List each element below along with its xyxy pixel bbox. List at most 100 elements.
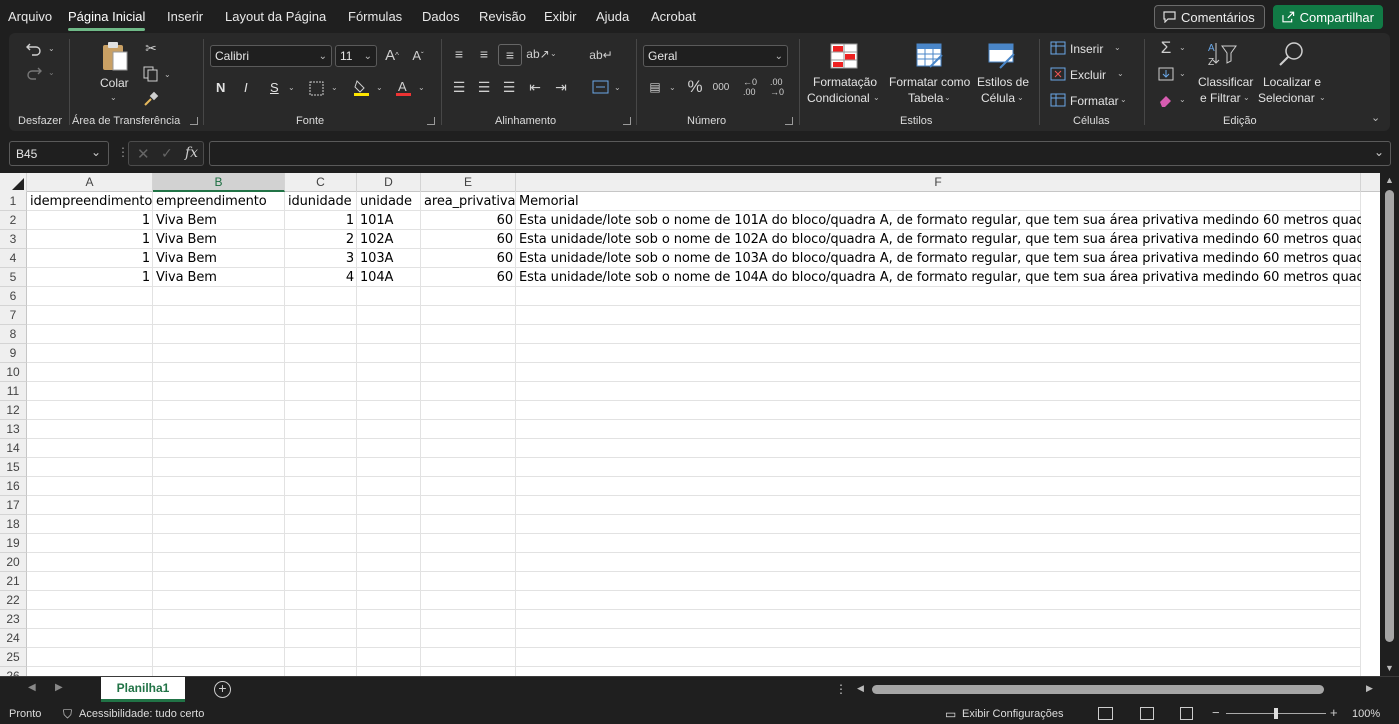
cell-f2[interactable]: Esta unidade/lote sob o nome de 101A do …: [516, 211, 1361, 230]
row-header[interactable]: 9: [0, 344, 27, 363]
column-header-e[interactable]: E: [421, 173, 516, 192]
column-header-d[interactable]: D: [357, 173, 421, 192]
zoom-slider-thumb[interactable]: [1274, 708, 1278, 719]
paste-icon[interactable]: [99, 39, 131, 73]
cell-d1[interactable]: unidade: [357, 192, 421, 211]
clipboard-launcher-icon[interactable]: [190, 117, 198, 125]
select-all-corner[interactable]: [0, 173, 27, 192]
find-select-label-1[interactable]: Localizar e: [1263, 74, 1321, 90]
chevron-down-icon[interactable]: ⌄: [1179, 43, 1186, 52]
font-color-icon[interactable]: A: [393, 78, 413, 98]
increase-decimal-icon[interactable]: ←0.00: [740, 77, 760, 97]
scroll-down-icon[interactable]: ▼: [1385, 663, 1394, 673]
tab-layout-da-pagina[interactable]: Layout da Página: [225, 9, 326, 24]
row-header[interactable]: 18: [0, 515, 27, 534]
row-header[interactable]: 7: [0, 306, 27, 325]
cut-icon[interactable]: ✂: [141, 39, 161, 57]
cell-f4[interactable]: Esta unidade/lote sob o nome de 103A do …: [516, 249, 1361, 268]
delete-cells-label[interactable]: Excluir: [1070, 67, 1106, 83]
align-middle-icon[interactable]: ≡: [475, 45, 493, 63]
delete-cells-icon[interactable]: [1049, 66, 1067, 82]
chevron-down-icon[interactable]: ⌄: [1319, 93, 1326, 102]
scroll-up-icon[interactable]: ▲: [1385, 175, 1394, 185]
number-format-select[interactable]: Geral ⌄: [643, 45, 788, 67]
fill-color-icon[interactable]: [351, 78, 371, 98]
cell-a3[interactable]: 1: [27, 230, 153, 249]
cell-a4[interactable]: 1: [27, 249, 153, 268]
row-header[interactable]: 19: [0, 534, 27, 553]
decrease-indent-icon[interactable]: ⇤: [526, 78, 544, 96]
row-header[interactable]: 26: [0, 667, 27, 676]
grow-font-icon[interactable]: A ^: [383, 45, 401, 65]
format-as-table-label-2[interactable]: Tabela: [908, 90, 943, 106]
chevron-down-icon[interactable]: ⌄: [944, 93, 951, 102]
cell-a5[interactable]: 1: [27, 268, 153, 287]
row-header[interactable]: 21: [0, 572, 27, 591]
row-header[interactable]: 6: [0, 287, 27, 306]
row-header[interactable]: 2: [0, 211, 27, 230]
share-button[interactable]: Compartilhar: [1273, 5, 1383, 29]
tab-formulas[interactable]: Fórmulas: [348, 9, 402, 24]
tab-exibir[interactable]: Exibir: [544, 9, 577, 24]
cell-styles-icon[interactable]: [987, 41, 1017, 71]
insert-function-button[interactable]: fx: [185, 145, 198, 161]
cell-styles-label-2[interactable]: Célula: [981, 90, 1015, 106]
percent-icon[interactable]: %: [685, 77, 705, 96]
row-header[interactable]: 1: [0, 192, 27, 211]
number-launcher-icon[interactable]: [785, 117, 793, 125]
confirm-entry-icon[interactable]: ✓: [161, 145, 173, 162]
row-header[interactable]: 3: [0, 230, 27, 249]
cell-a1[interactable]: idempreendimento: [27, 192, 153, 211]
cell-c1[interactable]: idunidade: [285, 192, 357, 211]
cell-e2[interactable]: 60: [421, 211, 516, 230]
tab-ajuda[interactable]: Ajuda: [596, 9, 629, 24]
cell-c5[interactable]: 4: [285, 268, 357, 287]
cell-b2[interactable]: Viva Bem: [153, 211, 285, 230]
font-size-select[interactable]: 11 ⌄: [335, 45, 377, 67]
row-header[interactable]: 5: [0, 268, 27, 287]
fill-icon[interactable]: [1156, 65, 1176, 83]
sort-filter-label-1[interactable]: Classificar: [1198, 74, 1253, 90]
tab-acrobat[interactable]: Acrobat: [651, 9, 696, 24]
fill-color-dropdown-icon[interactable]: ⌄: [376, 83, 383, 92]
chevron-down-icon[interactable]: ⌄: [1120, 95, 1127, 104]
orientation-icon[interactable]: ab↗: [526, 45, 549, 63]
tab-arquivo[interactable]: Arquivo: [8, 9, 52, 24]
column-header-f[interactable]: F: [516, 173, 1361, 192]
cell-c2[interactable]: 1: [285, 211, 357, 230]
autosum-icon[interactable]: Σ: [1156, 38, 1176, 57]
chevron-down-icon[interactable]: ⌄: [1179, 69, 1186, 78]
format-cells-label[interactable]: Formatar: [1070, 93, 1119, 109]
accessibility-status[interactable]: Acessibilidade: tudo certo: [79, 708, 204, 720]
normal-view-icon[interactable]: [1098, 707, 1113, 720]
clear-icon[interactable]: [1156, 91, 1176, 109]
align-right-icon[interactable]: ☰: [500, 78, 518, 96]
cell-e1[interactable]: area_privativa: [421, 192, 516, 211]
sheet-tab-planilha1[interactable]: Planilha1: [101, 677, 185, 702]
row-header[interactable]: 13: [0, 420, 27, 439]
add-sheet-icon[interactable]: +: [214, 681, 231, 698]
cell-b3[interactable]: Viva Bem: [153, 230, 285, 249]
chevron-down-icon[interactable]: ⌄: [1114, 43, 1121, 52]
underline-dropdown-icon[interactable]: ⌄: [288, 83, 295, 92]
borders-icon[interactable]: [307, 79, 325, 97]
zoom-level[interactable]: 100%: [1352, 708, 1380, 720]
row-header[interactable]: 14: [0, 439, 27, 458]
format-painter-icon[interactable]: [141, 90, 161, 108]
cell-f1[interactable]: Memorial: [516, 192, 1361, 211]
vertical-scroll-thumb[interactable]: [1385, 190, 1394, 642]
display-settings-button[interactable]: Exibir Configurações: [962, 708, 1064, 720]
scroll-left-icon[interactable]: ◀: [857, 683, 864, 694]
wrap-text-icon[interactable]: ab↵: [589, 45, 612, 65]
tab-pagina-inicial[interactable]: Página Inicial: [68, 9, 146, 31]
shrink-font-icon[interactable]: Aˇ: [409, 45, 427, 65]
page-layout-view-icon[interactable]: [1140, 707, 1154, 720]
conditional-formatting-label-2[interactable]: Condicional: [807, 90, 870, 106]
column-header-c[interactable]: C: [285, 173, 357, 192]
orientation-dropdown-icon[interactable]: ⌄: [550, 49, 557, 58]
decrease-decimal-icon[interactable]: .00 →0: [767, 77, 787, 97]
zoom-out-icon[interactable]: −: [1212, 705, 1220, 720]
insert-cells-icon[interactable]: [1049, 40, 1067, 56]
page-break-view-icon[interactable]: [1180, 707, 1193, 720]
scroll-right-icon[interactable]: ▶: [1366, 683, 1373, 694]
